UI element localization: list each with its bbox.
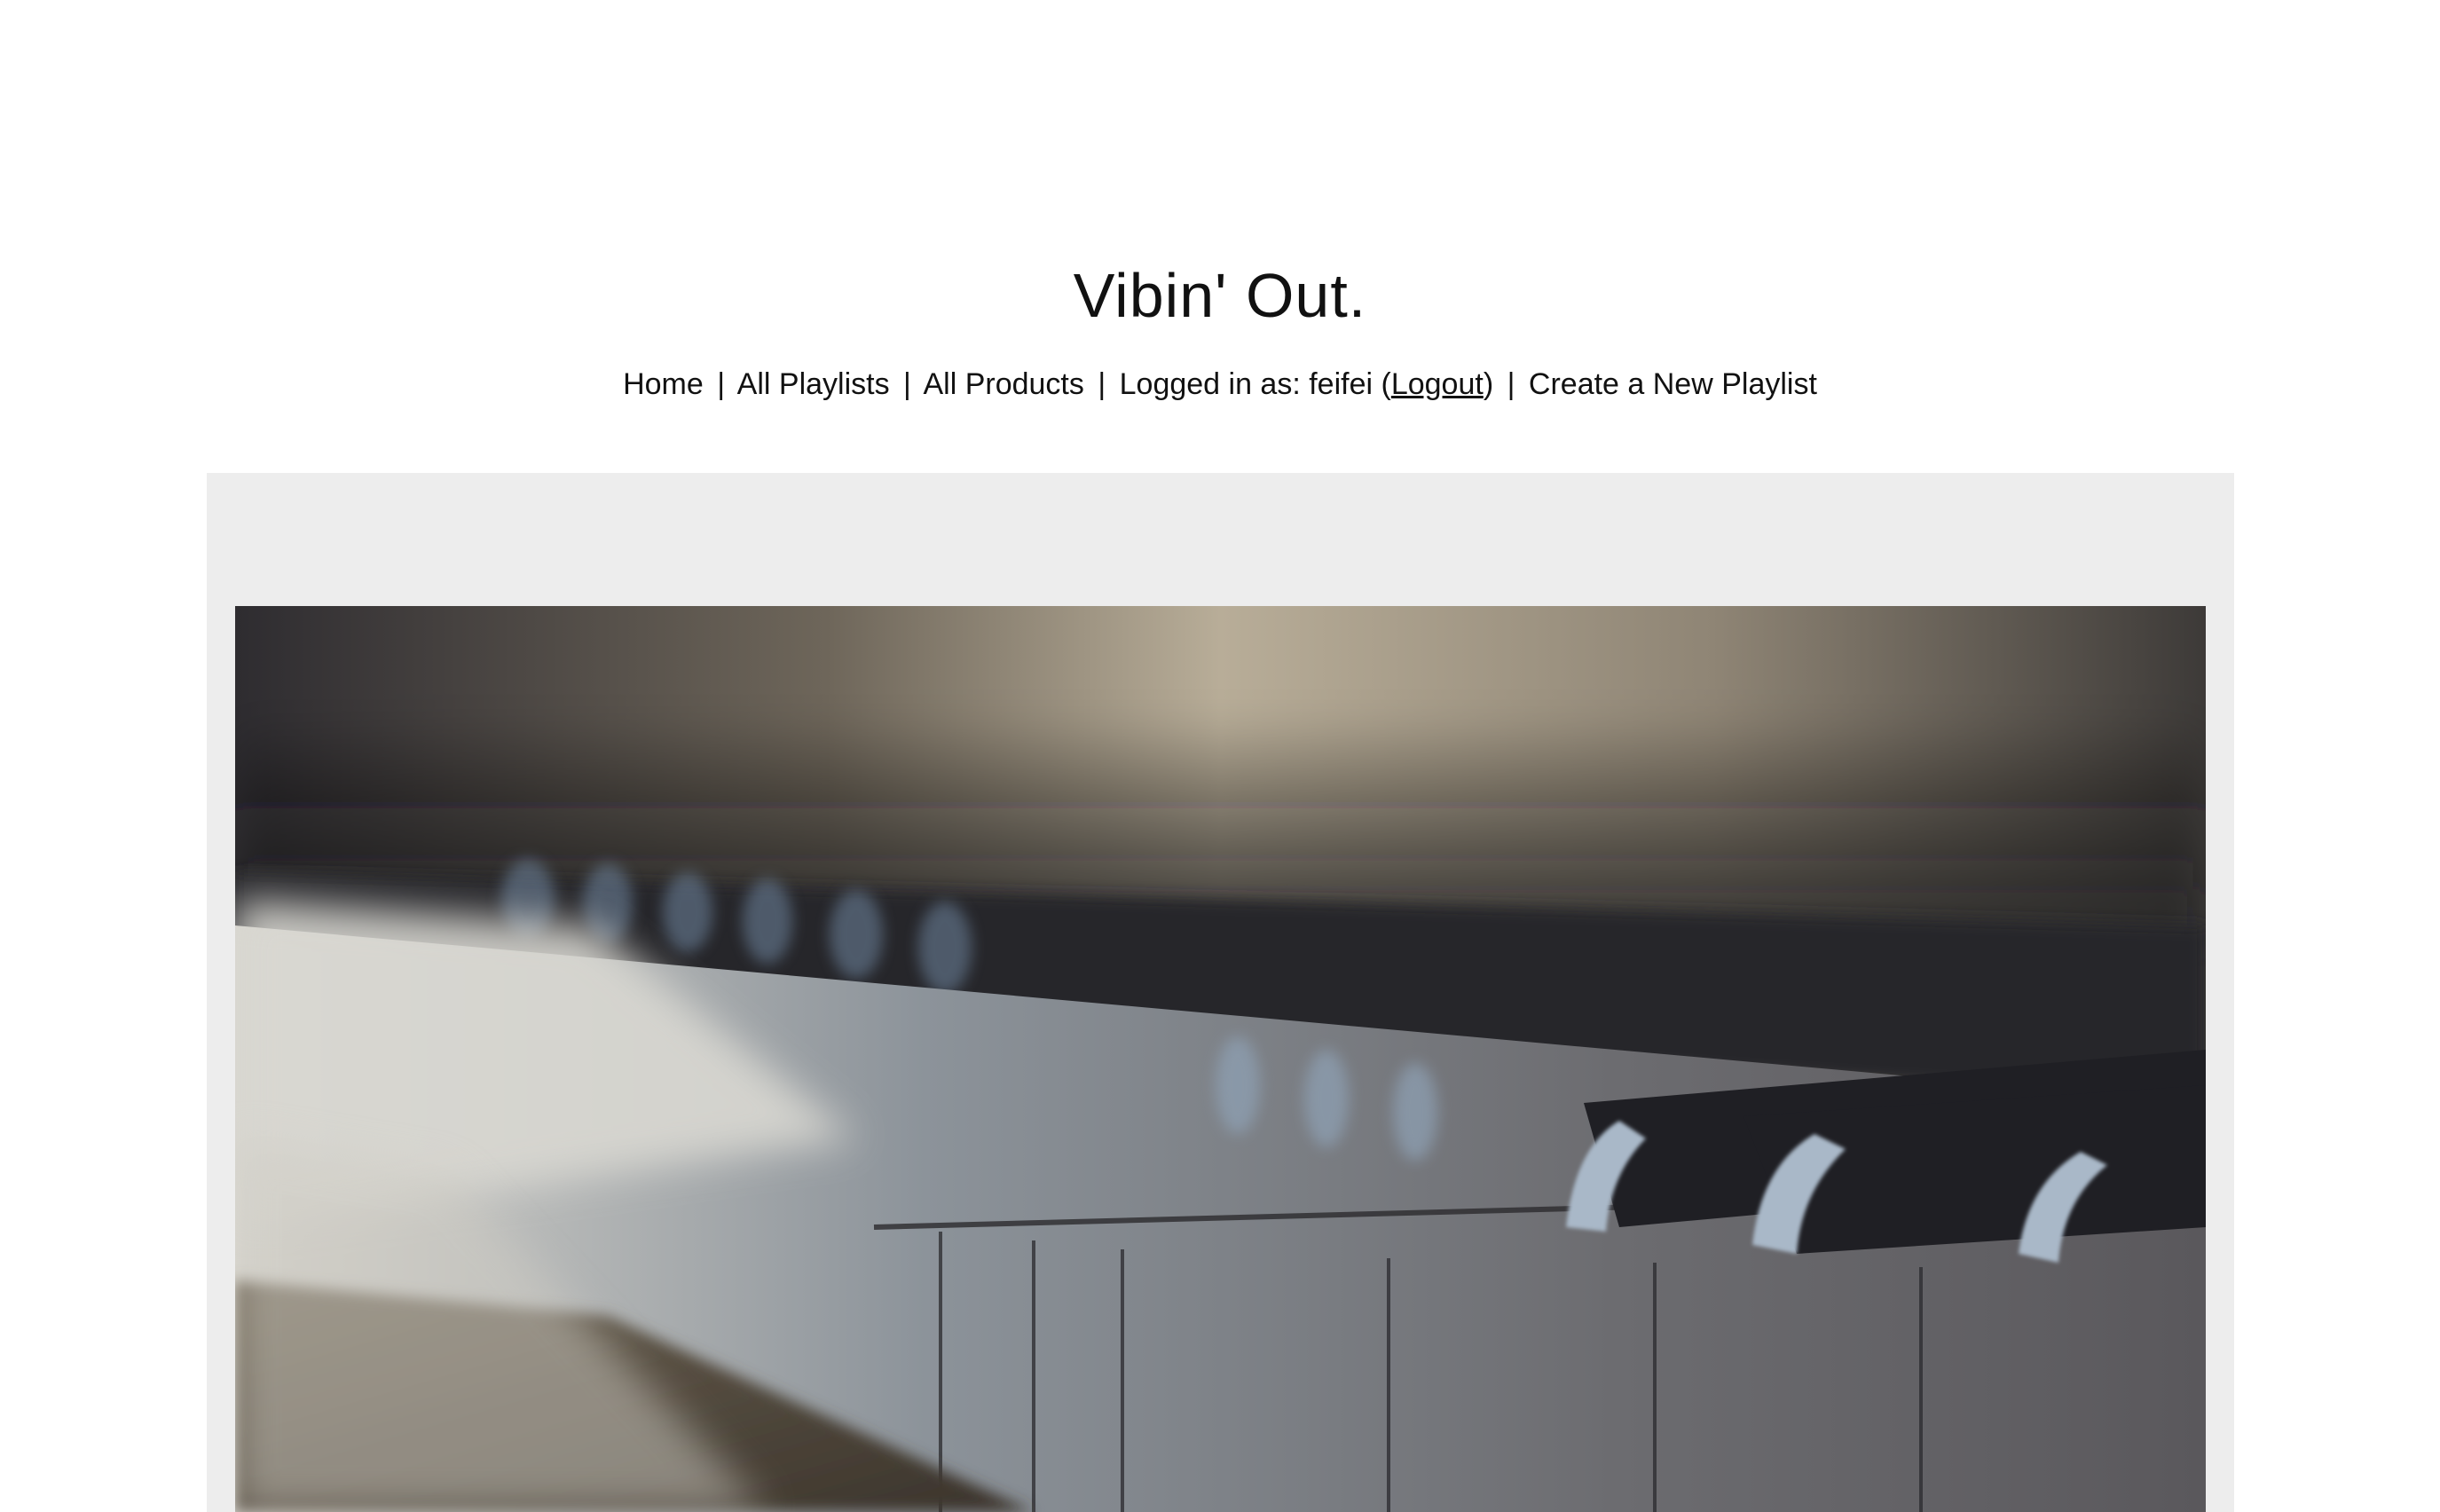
piano-keys-photo (235, 606, 2206, 1512)
nav-separator: | (903, 367, 911, 401)
main-nav: Home | All Playlists | All Products | Lo… (0, 362, 2440, 406)
nav-all-products-link[interactable]: All Products (923, 367, 1083, 401)
content-panel (207, 473, 2234, 1512)
nav-separator: | (1507, 367, 1515, 401)
nav-home-link[interactable]: Home (623, 367, 704, 401)
site-title: Vibin' Out. (1073, 261, 1367, 330)
logged-in-label: Logged in as: feifei ( (1119, 367, 1391, 401)
nav-separator: | (717, 367, 726, 401)
hero-image (235, 606, 2206, 1512)
nav-all-playlists-link[interactable]: All Playlists (737, 367, 890, 401)
page: Vibin' Out. Home | All Playlists | All P… (0, 0, 2440, 1512)
logged-in-close: ) (1483, 367, 1494, 401)
nav-separator: | (1098, 367, 1106, 401)
logout-link[interactable]: Logout (1391, 367, 1484, 401)
nav-create-playlist-link[interactable]: Create a New Playlist (1529, 367, 1817, 401)
